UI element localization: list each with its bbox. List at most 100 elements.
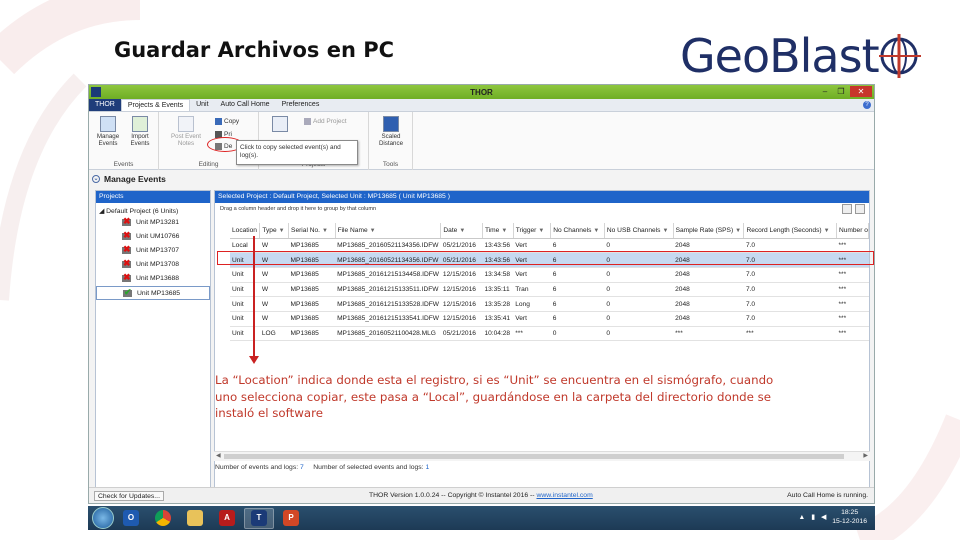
taskbar-powerpoint[interactable]: P xyxy=(276,508,306,529)
export-icon[interactable] xyxy=(842,204,852,214)
menu-thor[interactable]: THOR xyxy=(89,99,121,111)
tree-item-unit[interactable]: ✖ Unit UM10766 xyxy=(96,229,210,243)
table-cell: 6 xyxy=(550,282,605,298)
column-chooser-icon[interactable] xyxy=(855,204,865,214)
tree-item-unit[interactable]: ✖ Unit MP13688 xyxy=(96,272,210,286)
maximize-button[interactable]: ❐ xyxy=(834,86,848,97)
network-icon[interactable]: ▮ xyxy=(811,513,815,521)
help-icon[interactable]: ? xyxy=(863,101,871,109)
filter-icon[interactable]: ▼ xyxy=(735,228,741,234)
table-cell: 12/15/2016 xyxy=(440,311,483,327)
table-row[interactable]: Unit W MP13685 MP13685_20161215133511.IDFW 1… xyxy=(230,282,869,298)
column-header[interactable]: Record Length (Seconds) ▼ xyxy=(743,223,837,239)
tree-item-unit[interactable]: ✖ Unit MP13708 xyxy=(96,258,210,272)
table-cell: Vert xyxy=(513,311,551,327)
column-header[interactable]: No Channels ▼ xyxy=(550,223,605,239)
filter-icon[interactable]: ▼ xyxy=(459,228,465,234)
column-header[interactable]: Location xyxy=(230,223,261,239)
column-header[interactable]: Time ▼ xyxy=(482,223,514,239)
selected-count-value: 1 xyxy=(425,464,430,471)
filter-icon[interactable]: ▼ xyxy=(370,228,376,234)
import-events-icon xyxy=(132,116,148,132)
powerpoint-icon: P xyxy=(283,510,299,526)
table-cell: *** xyxy=(836,282,869,298)
table-cell: MP13685_20161215133541.IDFW xyxy=(335,311,441,327)
project-icon-button[interactable] xyxy=(269,116,291,133)
tree-item-unit[interactable]: ✖ Unit MP13707 xyxy=(96,243,210,257)
post-event-notes-button[interactable]: Post Event Notes xyxy=(169,116,203,147)
tree-item-unit[interactable]: ✖ Unit MP13281 xyxy=(96,215,210,229)
ribbon-group-events: Manage Events Import Events Events xyxy=(89,112,159,170)
table-cell: Tran xyxy=(513,282,551,298)
menu-auto-call-home[interactable]: Auto Call Home xyxy=(215,99,276,111)
close-button[interactable]: ✕ xyxy=(850,86,872,97)
unit-error-icon: ✖ xyxy=(122,258,131,269)
menu-preferences[interactable]: Preferences xyxy=(276,99,326,111)
column-header[interactable]: Number o xyxy=(836,223,870,239)
scroll-left-icon[interactable]: ◀ xyxy=(216,452,221,459)
volume-icon[interactable]: ◀ xyxy=(821,513,826,521)
minimize-button[interactable]: – xyxy=(818,86,832,97)
filter-icon[interactable]: ▼ xyxy=(593,228,599,234)
column-header-label: Location xyxy=(232,226,257,234)
column-header[interactable]: File Name ▼ xyxy=(335,223,442,239)
filter-icon[interactable]: ▼ xyxy=(662,228,668,234)
tree-item-label: Unit MP13685 xyxy=(137,289,181,297)
column-header[interactable]: No USB Channels ▼ xyxy=(604,223,674,239)
import-events-button[interactable]: Import Events xyxy=(126,116,154,147)
clock[interactable]: 18:25 15-12-2016 xyxy=(832,508,867,526)
horizontal-scrollbar[interactable]: ◀ ▶ xyxy=(214,451,870,461)
table-row[interactable]: Unit W MP13685 MP13685_20161215133528.IDFW 1… xyxy=(230,296,869,312)
menu-projects-events[interactable]: Projects & Events xyxy=(120,99,191,111)
status-bar: Check for Updates... THOR Version 1.0.0.… xyxy=(89,487,874,503)
tray-arrow-icon[interactable]: ▲ xyxy=(799,514,806,521)
column-header-label: No Channels xyxy=(553,226,592,234)
scroll-right-icon[interactable]: ▶ xyxy=(863,452,868,459)
column-header[interactable]: Trigger ▼ xyxy=(513,223,552,239)
column-header[interactable]: Date ▼ xyxy=(440,223,483,239)
table-cell: 7.0 xyxy=(743,267,837,283)
taskbar-thor[interactable]: T xyxy=(244,507,274,529)
import-events-label: Import Events xyxy=(130,133,150,147)
column-header[interactable]: Type ▼ xyxy=(259,223,290,239)
table-cell: 0 xyxy=(550,326,605,342)
manage-events-button[interactable]: Manage Events xyxy=(95,116,121,147)
table-row[interactable]: Unit LOG MP13685 MP13685_20160521100428.MLG… xyxy=(230,326,869,342)
event-counts: Number of events and logs: 7 Number of s… xyxy=(215,464,429,471)
filter-icon[interactable]: ▼ xyxy=(279,228,285,234)
table-row[interactable]: Unit W MP13685 MP13685_20161215133541.IDFW 1… xyxy=(230,311,869,327)
filter-icon[interactable]: ▼ xyxy=(824,228,830,234)
check-updates-button[interactable]: Check for Updates... xyxy=(94,491,164,501)
taskbar-autocad[interactable]: A xyxy=(212,508,242,529)
start-button[interactable] xyxy=(92,507,114,529)
collapse-icon[interactable]: ⌄ xyxy=(92,175,100,183)
taskbar-explorer[interactable] xyxy=(180,508,210,529)
tree-item-label: Unit MP13281 xyxy=(136,218,180,226)
column-header-label: Trigger xyxy=(515,226,537,234)
notes-icon xyxy=(178,116,194,132)
table-cell: MP13685 xyxy=(288,267,336,283)
taskbar-outlook[interactable]: O xyxy=(116,508,146,529)
add-project-button[interactable]: Add Project xyxy=(304,118,347,125)
taskbar-chrome[interactable] xyxy=(148,508,178,529)
project-icon xyxy=(272,116,288,132)
column-header[interactable]: Serial No. ▼ xyxy=(288,223,336,239)
unit-error-icon: ✖ xyxy=(122,272,131,283)
title-bar: THOR – ❐ ✕ xyxy=(89,85,874,99)
instantel-link[interactable]: www.instantel.com xyxy=(536,492,592,499)
filter-icon[interactable]: ▼ xyxy=(501,228,507,234)
copy-button[interactable]: Copy xyxy=(215,118,239,125)
menu-unit[interactable]: Unit xyxy=(190,99,214,111)
menu-bar: THOR Projects & Events Unit Auto Call Ho… xyxy=(89,99,874,112)
column-header[interactable]: Sample Rate (SPS) ▼ xyxy=(673,223,745,239)
tree-root[interactable]: ◢ Default Project (6 Units) xyxy=(96,203,210,215)
filter-icon[interactable]: ▼ xyxy=(538,228,544,234)
scaled-distance-button[interactable]: Scaled Distance xyxy=(373,116,409,147)
table-row[interactable]: Unit W MP13685 MP13685_20161215134458.IDFW 1… xyxy=(230,267,869,283)
filter-icon[interactable]: ▼ xyxy=(322,228,328,234)
table-cell: *** xyxy=(673,326,744,342)
scroll-thumb[interactable] xyxy=(224,454,844,459)
table-cell: MP13685 xyxy=(288,311,336,327)
tree-item-unit[interactable]: ✔ Unit MP13685 xyxy=(96,285,210,301)
thor-window: THOR – ❐ ✕ THOR Projects & Events Unit A… xyxy=(88,84,875,504)
